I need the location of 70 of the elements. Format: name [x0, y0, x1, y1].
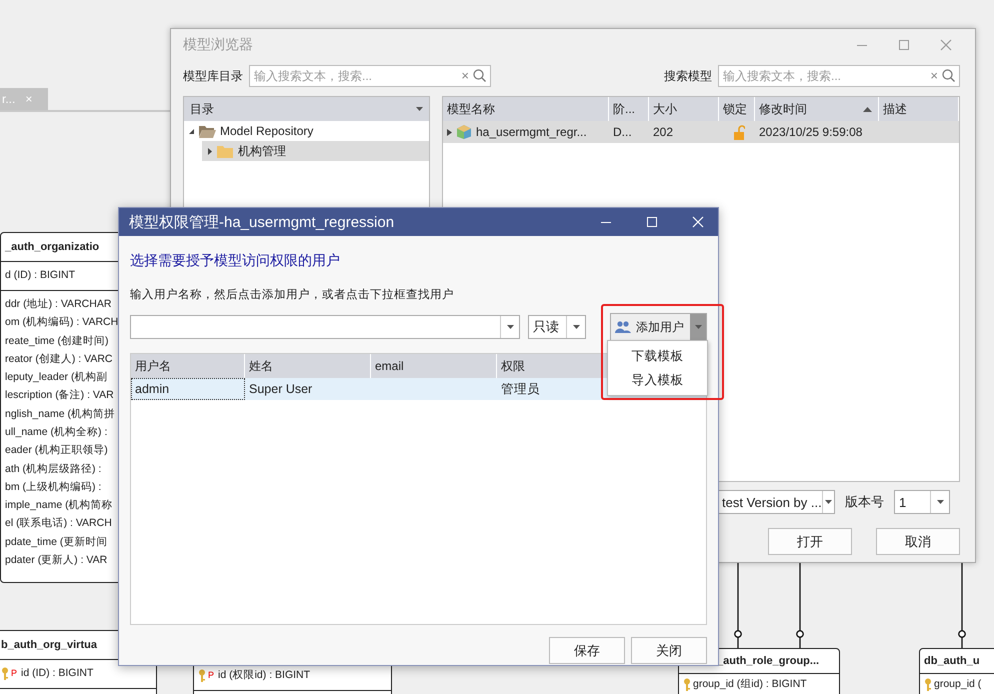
entity-field: reator (创建人) : VARC: [5, 352, 123, 368]
open-folder-icon: [199, 124, 216, 138]
dialog-button[interactable]: 保存: [549, 637, 625, 664]
folder-icon: [217, 144, 234, 158]
entity-field: d (ID) : BIGINT: [5, 268, 123, 284]
version-select[interactable]: test Version by ...: [717, 490, 835, 514]
open-padlock-icon: [733, 124, 745, 140]
collapsed-arrow-icon[interactable]: [447, 128, 452, 136]
entity-field: imple_name (机构简称: [5, 498, 123, 514]
caret-icon: [824, 500, 832, 504]
version-label: 版本号: [845, 493, 884, 511]
entity-field: leputy_leader (机构副: [5, 370, 123, 386]
entity-field: pdate_time (更新时间: [5, 534, 123, 551]
table-cell-text: Super User: [248, 381, 314, 398]
search-label: 搜索模型: [664, 68, 712, 84]
entity-field: eader (机构正职领导): [5, 443, 123, 460]
entity-field: pdater (更新人) : VAR: [5, 553, 123, 569]
caret-icon: [572, 325, 580, 329]
add-user-button[interactable]: 添加用户: [610, 313, 707, 341]
dialog-button[interactable]: 取消: [876, 528, 960, 555]
entity-field: el (联系电话) : VARCH: [5, 516, 123, 532]
entity-field: P id (ID) : BIGINT: [1, 666, 152, 682]
users-icon: [615, 321, 631, 333]
clear-icon[interactable]: ×: [930, 68, 938, 83]
table-cell-text: D...: [612, 125, 633, 139]
search-label: 模型库目录: [183, 68, 243, 84]
permission-select[interactable]: 只读: [528, 315, 586, 339]
table-cell-text: 202: [652, 125, 674, 139]
version-number-select[interactable]: 1: [894, 490, 950, 514]
cube-icon: [456, 124, 472, 140]
entity-field: ddr (地址) : VARCHAR: [5, 296, 123, 313]
entity-field: group_id (组id) : BIGINT: [683, 677, 835, 693]
dialog-button[interactable]: 打开: [768, 528, 852, 555]
caret-icon: [506, 325, 514, 329]
entity-field: bm (上级机构编码) :: [5, 480, 123, 496]
window-title: 模型权限管理-ha_usermgmt_regression: [129, 212, 394, 232]
column-header: 目录: [190, 100, 214, 118]
entity-field: nglish_name (机构简拼: [5, 406, 123, 423]
collapsed-arrow-icon[interactable]: [206, 148, 213, 154]
tree-item[interactable]: 机构管理: [202, 141, 429, 161]
table-cell: admin: [131, 378, 245, 400]
key-icon: [1, 666, 9, 681]
clear-icon[interactable]: ×: [461, 68, 469, 83]
key-icon: [683, 678, 691, 692]
key-icon: [198, 668, 206, 683]
expanded-arrow-icon[interactable]: [188, 128, 195, 134]
model-row[interactable]: ha_usermgmt_regr... D... 202 2023/10/25 9:59:08: [443, 121, 959, 143]
dialog-button[interactable]: 关闭: [631, 637, 707, 664]
entity-field: P id (权限id) : BIGINT: [198, 668, 387, 684]
entity-field: group_id (: [924, 677, 994, 693]
sort-ascending-icon: [863, 106, 872, 112]
search-icon[interactable]: [942, 69, 955, 82]
entity-field: om (机构编码) : VARCH: [5, 315, 123, 332]
entity-field: ath (机构层级路径) :: [5, 462, 123, 478]
entity-field: ull_name (机构全称) :: [5, 424, 123, 441]
entity-field: lescription (备注) : VAR: [5, 388, 123, 404]
entity-title: db_auth_u: [920, 649, 994, 674]
caret-icon: [936, 500, 944, 504]
search-icon[interactable]: [473, 69, 486, 82]
window-title: 模型浏览器: [183, 36, 253, 54]
key-icon: [924, 678, 932, 692]
table-cell-text: 管理员: [500, 380, 541, 398]
instruction-text: 输入用户名称，然后点击添加用户，或者点击下拉框查找用户: [130, 287, 455, 302]
dropdown-icon: [416, 107, 423, 111]
caret-icon: [694, 325, 702, 329]
dialog-heading: 选择需要授予模型访问权限的用户: [130, 252, 341, 270]
tree-item[interactable]: Model Repository: [184, 121, 429, 141]
model-name: ha_usermgmt_regr...: [476, 125, 587, 139]
table-cell-text: 2023/10/25 9:59:08: [758, 125, 864, 139]
entity-field: reate_time (创建时间): [5, 334, 123, 350]
